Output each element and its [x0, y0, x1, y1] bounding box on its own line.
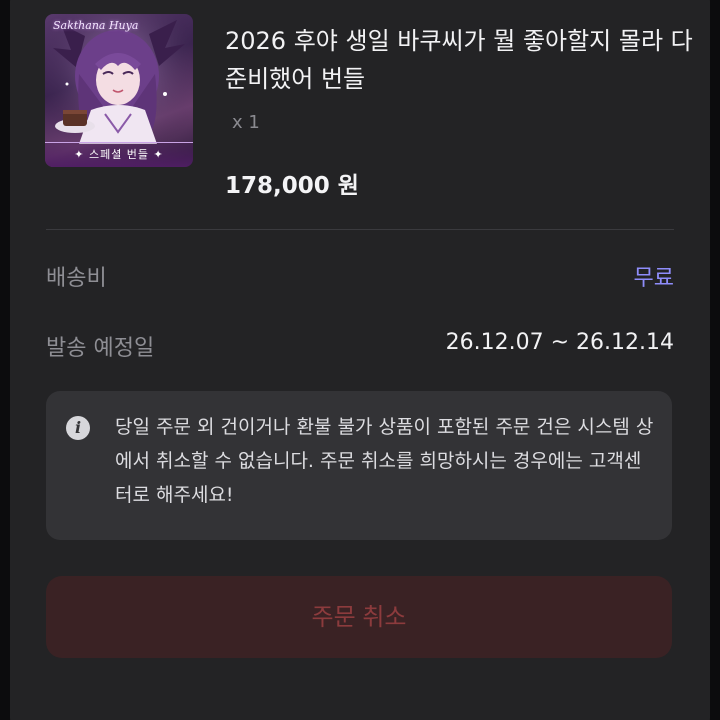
ship-date-label: 발송 예정일 [46, 336, 155, 361]
ship-date-value: 26.12.07 ~ 26.12.14 [445, 330, 674, 355]
thumbnail-banner: ✦ 스페셜 번들 ✦ [45, 142, 193, 167]
shipping-fee-value: 무료 [633, 266, 674, 291]
product-quantity: x 1 [232, 112, 260, 133]
cancel-notice-box: i 당일 주문 외 건이거나 환불 불가 상품이 포함된 주문 건은 시스템 상… [46, 391, 672, 540]
shipping-fee-label: 배송비 [46, 266, 107, 291]
product-name[interactable]: 2026 후야 생일 바쿠씨가 뭘 좋아할지 몰라 다 준비했어 번들 [225, 22, 695, 98]
info-icon: i [66, 416, 90, 440]
order-detail-screen: Sakthana Huya ✦ 스페셜 번들 ✦ 2026 후야 생일 바쿠씨가… [0, 0, 720, 720]
section-divider [46, 229, 674, 230]
cancel-notice-text: 당일 주문 외 건이거나 환불 불가 상품이 포함된 주문 건은 시스템 상에서… [115, 416, 654, 506]
cancel-order-button[interactable]: 주문 취소 [46, 576, 672, 658]
thumbnail-title: Sakthana Huya [53, 19, 139, 32]
product-price: 178,000 원 [225, 173, 359, 199]
product-thumbnail[interactable]: Sakthana Huya ✦ 스페셜 번들 ✦ [45, 14, 193, 167]
